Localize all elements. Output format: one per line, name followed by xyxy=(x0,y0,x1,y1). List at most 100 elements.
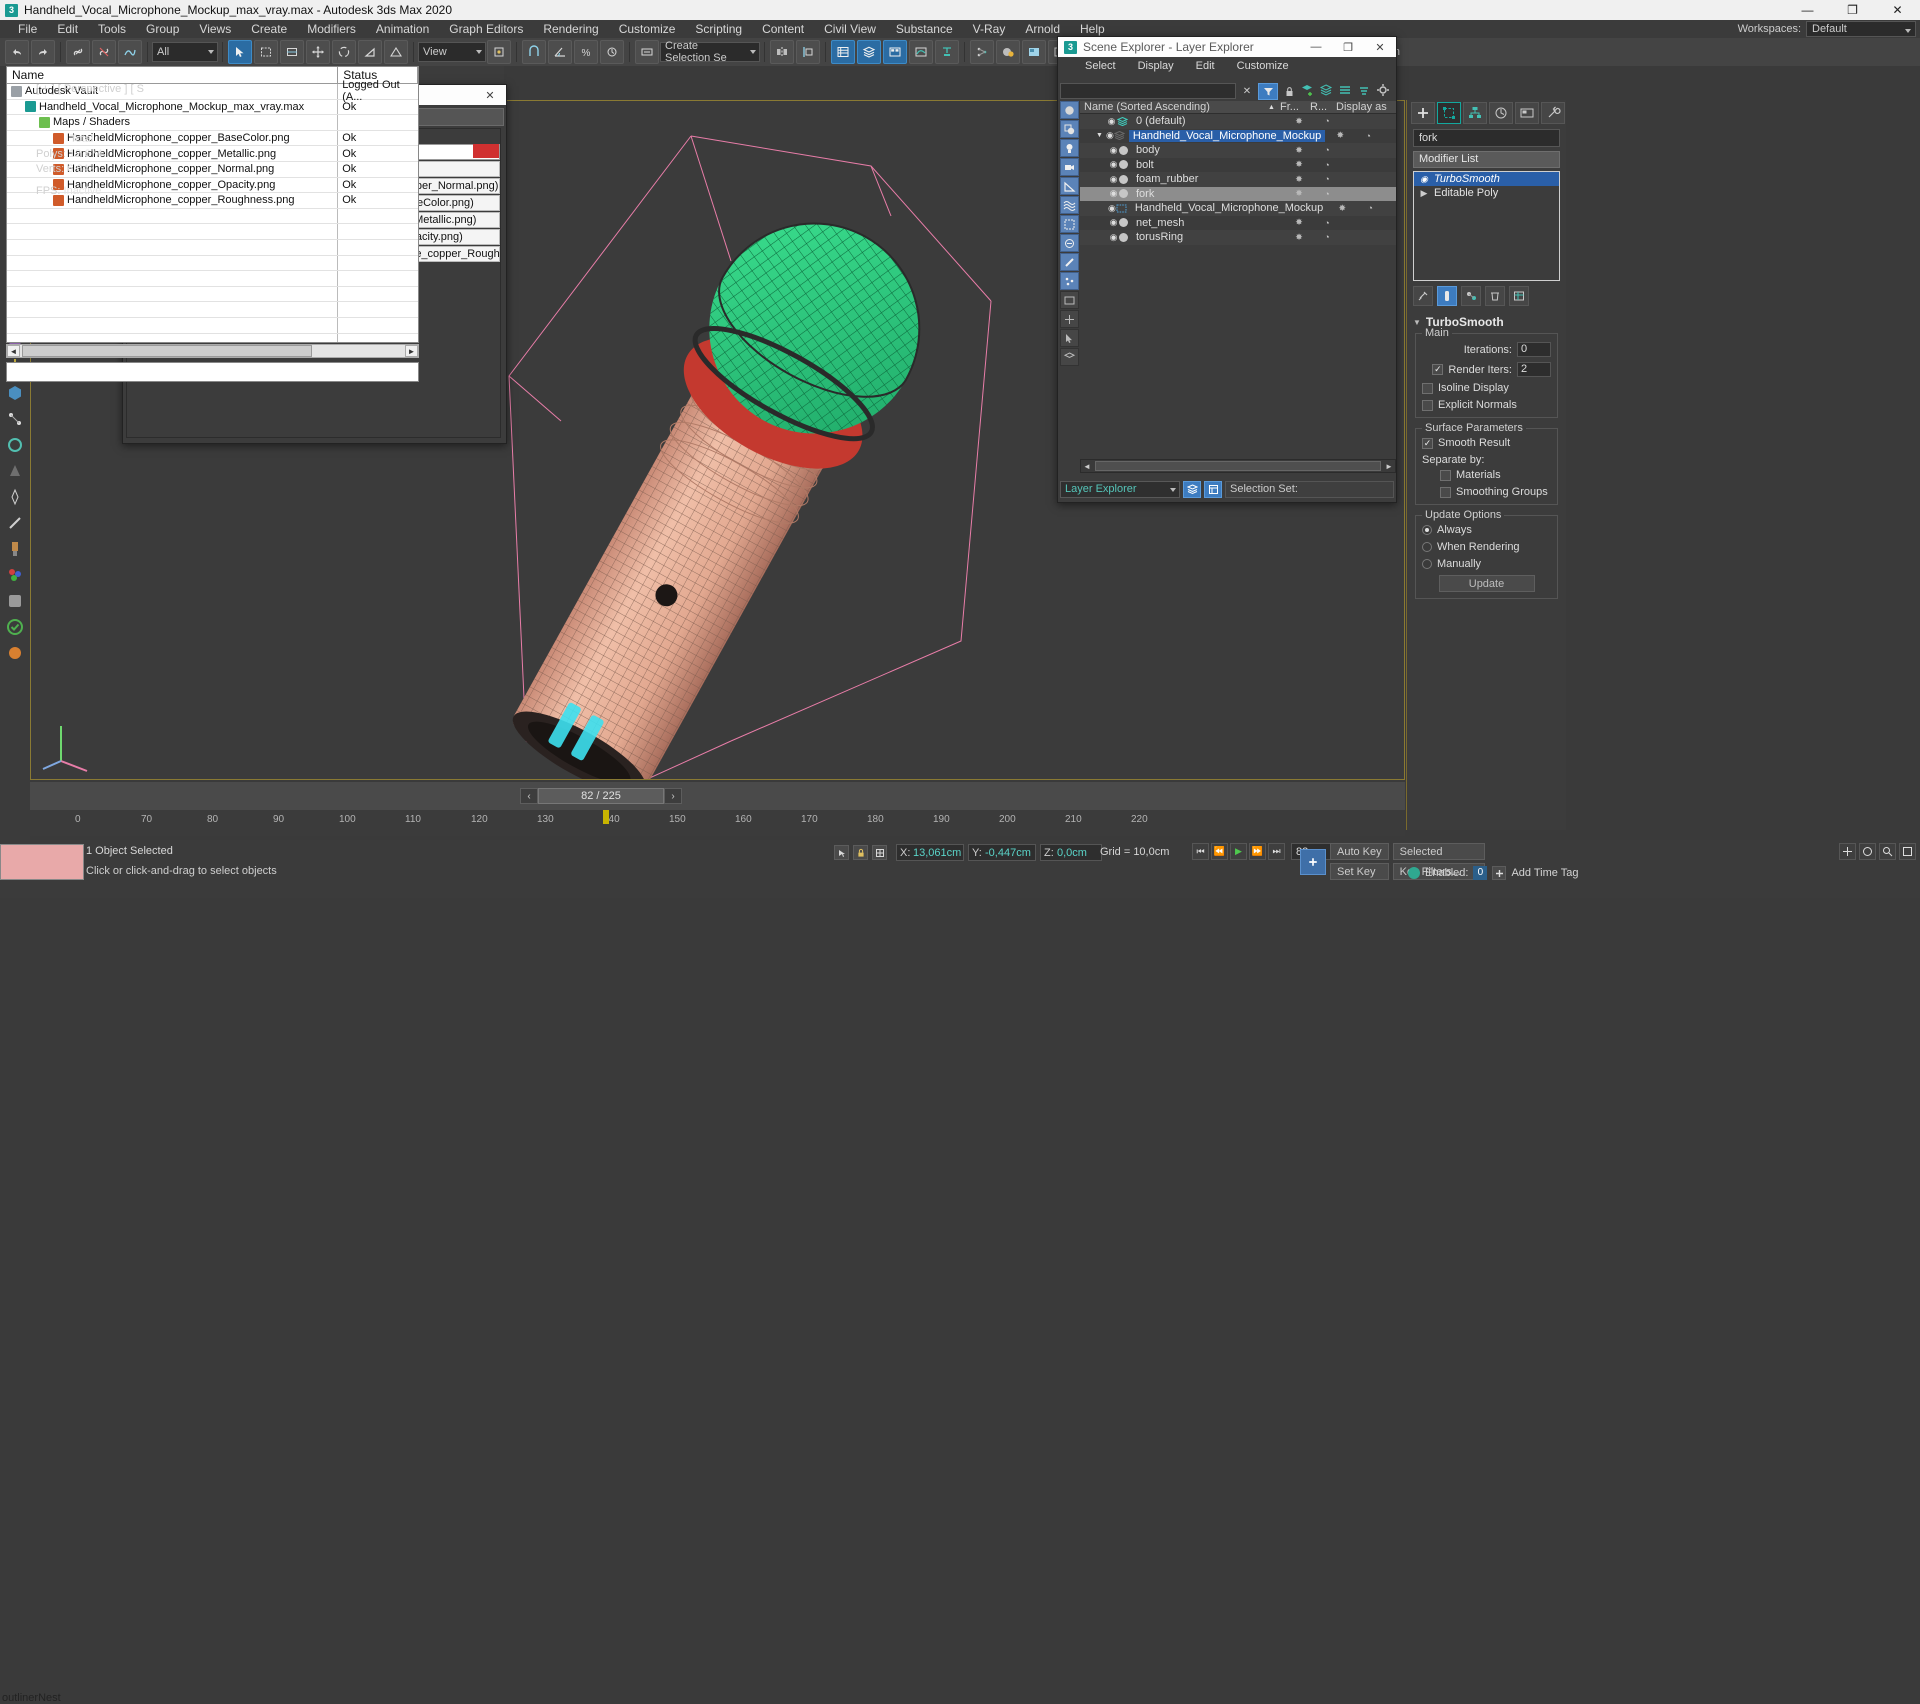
zoom-view-icon[interactable] xyxy=(1879,843,1896,860)
green-check-icon[interactable] xyxy=(3,615,27,639)
menu-item-rendering[interactable]: Rendering xyxy=(533,20,608,38)
scene-explorer-list[interactable]: ◉ 0 (default) ✸ ◔ ▼ ◉ Handheld_Vocal_Microphon… xyxy=(1080,114,1396,434)
key-filter-combo[interactable]: Selected xyxy=(1392,843,1485,860)
frozen-toggle-icon[interactable]: ✸ xyxy=(1284,159,1314,170)
menu-item-animation[interactable]: Animation xyxy=(366,20,439,38)
set-key-button[interactable]: Set Key xyxy=(1330,863,1389,880)
visibility-eye-icon[interactable]: ◉ xyxy=(1106,116,1117,127)
select-move-icon[interactable] xyxy=(306,40,330,64)
select-region-icon[interactable] xyxy=(254,40,278,64)
menu-item-graph-editors[interactable]: Graph Editors xyxy=(439,20,533,38)
material-editor-icon[interactable] xyxy=(996,40,1020,64)
selection-lock-icon[interactable] xyxy=(834,845,849,860)
palette-tool-icon[interactable] xyxy=(3,563,27,587)
select-link-icon[interactable] xyxy=(66,40,90,64)
tab-hierarchy[interactable] xyxy=(1463,102,1487,124)
table-row[interactable]: Handheld_Vocal_Microphone_Mockup_max_vra… xyxy=(7,99,418,116)
pan-view-icon[interactable] xyxy=(1839,843,1856,860)
layer-manage-icon[interactable] xyxy=(1183,480,1201,498)
curve-editor-icon[interactable] xyxy=(909,40,933,64)
tab-modify[interactable] xyxy=(1437,102,1461,124)
tab-utilities[interactable] xyxy=(1541,102,1565,124)
maximize-viewport-icon[interactable] xyxy=(1899,843,1916,860)
materials-checkbox[interactable] xyxy=(1440,469,1451,481)
col-frozen-header[interactable]: Fr... xyxy=(1280,101,1310,113)
timeline-next-button[interactable]: › xyxy=(664,788,682,804)
tab-motion[interactable] xyxy=(1489,102,1513,124)
remove-modifier-icon[interactable] xyxy=(1485,286,1505,306)
frozen-toggle-icon[interactable]: ✸ xyxy=(1284,145,1314,156)
filter-shapes-icon[interactable] xyxy=(1060,120,1079,138)
render-iters-spinner[interactable]: 2 xyxy=(1517,362,1551,377)
gray-tool-icon[interactable] xyxy=(3,589,27,613)
filter-groups-icon[interactable] xyxy=(1060,215,1079,233)
asset-table[interactable]: Name Status Autodesk Vault Logged Out (A.… xyxy=(6,66,419,343)
scene-scroll-thumb[interactable] xyxy=(1095,461,1381,471)
schematic-view-icon[interactable] xyxy=(935,40,959,64)
add-time-tag-icon[interactable] xyxy=(1492,866,1507,880)
reference-coord-combo[interactable]: View xyxy=(418,42,486,62)
explorer-settings-icon[interactable] xyxy=(1376,83,1394,99)
render-iters-checkbox[interactable]: ✓ xyxy=(1432,364,1444,375)
expand-modifier-icon[interactable]: ▶ xyxy=(1417,188,1431,199)
menu-item-substance[interactable]: Substance xyxy=(886,20,963,38)
tab-create[interactable] xyxy=(1411,102,1435,124)
filter-spacewarps-icon[interactable] xyxy=(1060,196,1079,214)
go-to-end-icon[interactable]: ⏭ xyxy=(1268,843,1285,860)
lock-icon[interactable] xyxy=(1281,83,1297,99)
white-node-icon[interactable] xyxy=(3,407,27,431)
filter-xrefs-icon[interactable] xyxy=(1060,234,1079,252)
filter-geometry-icon[interactable] xyxy=(1060,101,1079,119)
frozen-toggle-icon[interactable]: ✸ xyxy=(1284,116,1314,127)
set-key-big-button[interactable] xyxy=(1300,848,1326,875)
clear-filter-icon[interactable]: ✕ xyxy=(1239,83,1255,99)
filter-selected-icon[interactable] xyxy=(1060,329,1079,347)
renderable-toggle-icon[interactable]: ◔ xyxy=(1357,203,1383,213)
renderable-toggle-icon[interactable]: ◔ xyxy=(1355,131,1381,141)
filter-funnel-icon[interactable] xyxy=(1258,82,1278,100)
select-scale-icon[interactable] xyxy=(358,40,382,64)
pivot-center-icon[interactable] xyxy=(487,40,511,64)
viewport-label[interactable]: [ + ] [ Perspective ] [ S xyxy=(36,83,144,95)
minimize-icon[interactable]: — xyxy=(1785,0,1830,20)
frozen-toggle-icon[interactable]: ✸ xyxy=(1325,130,1355,141)
select-object-icon[interactable] xyxy=(228,40,252,64)
menu-item-create[interactable]: Create xyxy=(241,20,297,38)
layers-stack-icon[interactable] xyxy=(1319,83,1335,99)
orange-round-icon[interactable] xyxy=(3,641,27,665)
smooth-result-checkbox[interactable]: ✓ xyxy=(1422,437,1433,449)
table-row[interactable]: Maps / Shaders xyxy=(7,115,418,131)
asset-path-field[interactable] xyxy=(6,362,419,382)
absolute-relative-icon[interactable] xyxy=(872,845,887,860)
frozen-toggle-icon[interactable]: ✸ xyxy=(1284,174,1314,185)
visibility-eye-icon[interactable]: ◉ xyxy=(1108,145,1119,156)
scene-explorer-row[interactable]: ◉ net_mesh ✸ ◔ xyxy=(1080,215,1396,230)
coord-y-field[interactable]: Y: -0,447cm xyxy=(968,844,1036,861)
scene-explorer-close-icon[interactable]: ✕ xyxy=(1364,37,1396,57)
visibility-eye-icon[interactable]: ◉ xyxy=(1108,217,1119,228)
filter-bones-icon[interactable] xyxy=(1060,253,1079,271)
next-frame-icon[interactable]: ⏩ xyxy=(1249,843,1266,860)
menu-item-tools[interactable]: Tools xyxy=(88,20,136,38)
pin-stack-icon[interactable] xyxy=(1413,286,1433,306)
menu-item-modifiers[interactable]: Modifiers xyxy=(297,20,366,38)
mirror-icon[interactable] xyxy=(770,40,794,64)
coord-z-field[interactable]: Z: 0,0cm xyxy=(1040,844,1102,861)
percent-snap-icon[interactable]: % xyxy=(574,40,598,64)
make-unique-icon[interactable] xyxy=(1461,286,1481,306)
time-ruler[interactable]: 0 70 80 90 100 110 120 130 140 150 160 170 180 190 200… xyxy=(30,810,1405,836)
asset-scroll-thumb[interactable] xyxy=(22,345,312,357)
renderable-toggle-icon[interactable]: ◔ xyxy=(1314,189,1340,199)
visibility-eye-icon[interactable]: ◉ xyxy=(1108,188,1119,199)
visibility-eye-icon[interactable]: ◉ xyxy=(1106,130,1114,141)
scene-explorer-icon[interactable] xyxy=(831,40,855,64)
asset-scroll-right-icon[interactable]: ► xyxy=(405,345,418,357)
spinner-snap-icon[interactable] xyxy=(600,40,624,64)
asset-horizontal-scrollbar[interactable]: ◄ ► xyxy=(6,344,419,358)
lock-toggle-icon[interactable] xyxy=(853,845,868,860)
renderable-toggle-icon[interactable]: ◔ xyxy=(1314,174,1340,184)
scene-explorer-row[interactable]: ◉ fork ✸ ◔ xyxy=(1080,186,1396,201)
scene-scroll-left-icon[interactable]: ◄ xyxy=(1081,460,1093,472)
align-icon[interactable] xyxy=(796,40,820,64)
expand-triangle-icon[interactable]: ▼ xyxy=(1096,132,1106,139)
